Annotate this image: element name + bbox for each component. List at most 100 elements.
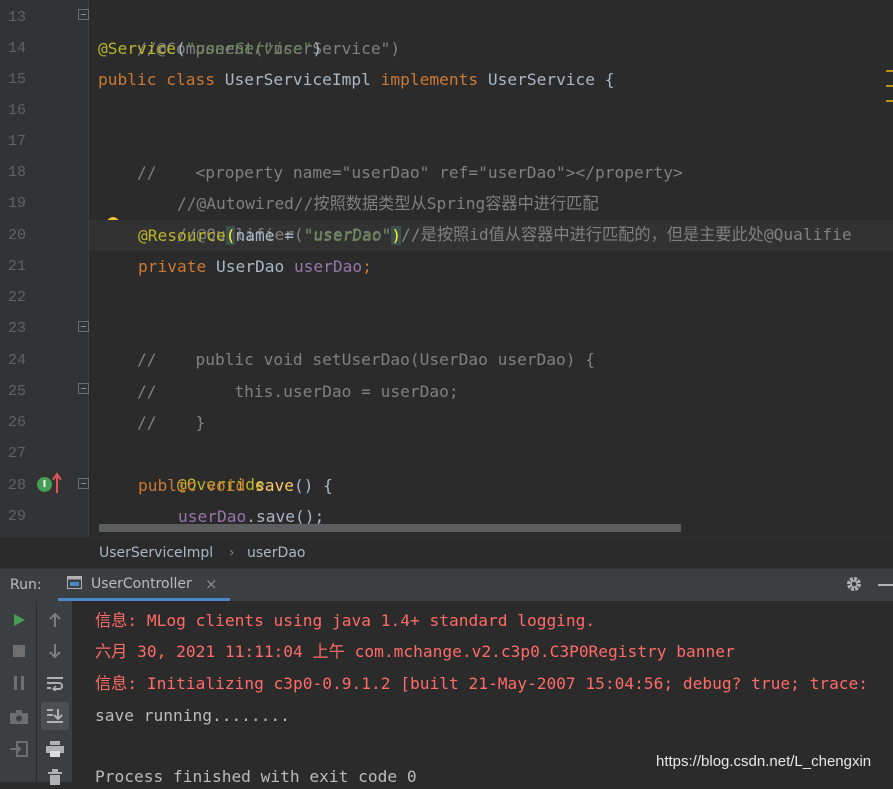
code-line-20[interactable]: @Resource(name = "userDao") <box>138 220 402 251</box>
arrow-up-red-icon[interactable] <box>52 472 62 494</box>
code-line-21[interactable]: private UserDao userDao; <box>138 251 372 282</box>
fold-marker-icon[interactable] <box>78 478 89 489</box>
console-line: 信息: Initializing c3p0-0.9.1.2 [built 21-… <box>95 674 869 693</box>
exit-button[interactable] <box>7 737 31 761</box>
keyword: private <box>138 257 216 276</box>
keyword: implements <box>380 70 488 89</box>
rerun-button[interactable] <box>7 608 31 632</box>
paren-match: ) <box>391 226 402 245</box>
run-label: Run: <box>10 577 42 593</box>
next-occurrence-button[interactable] <box>43 639 67 663</box>
print-icon <box>46 741 64 757</box>
console-line: save running........ <box>95 706 290 725</box>
type-name: UserDao <box>215 257 294 276</box>
line-number: 13 <box>8 9 27 26</box>
scroll-to-end-button[interactable] <box>41 702 69 730</box>
gear-icon[interactable] <box>845 575 863 593</box>
stripe-mark[interactable] <box>886 85 893 87</box>
method-params: () { <box>293 476 333 495</box>
code-line-15[interactable]: public class UserServiceImpl implements … <box>98 64 615 95</box>
clear-all-button[interactable] <box>43 765 67 789</box>
watermark: https://blog.csdn.net/L_chengxin <box>656 753 872 770</box>
code-line-17[interactable]: // <property name="userDao" ref="userDao… <box>98 126 683 182</box>
horizontal-scrollbar[interactable] <box>99 524 681 532</box>
code-line-27[interactable]: @Override <box>138 438 265 494</box>
editor-gutter: 13 14 15 16 17 18 19 20 21 22 23 24 25 2… <box>0 0 88 537</box>
console-line: Process finished with exit code 0 <box>95 767 417 782</box>
line-number: 17 <box>8 133 27 150</box>
stop-icon <box>13 645 25 657</box>
camera-icon <box>10 710 28 724</box>
fold-marker-icon[interactable] <box>78 9 89 20</box>
code-line-18[interactable]: //@Autowired//按照数据类型从Spring容器中进行匹配 <box>138 157 599 213</box>
soft-wrap-button[interactable] <box>43 671 67 695</box>
line-number: 24 <box>8 352 27 369</box>
breadcrumb-member[interactable]: userDao <box>247 545 305 561</box>
close-icon[interactable]: × <box>205 575 218 593</box>
run-toolbar <box>0 601 72 785</box>
previous-occurrence-button[interactable] <box>43 608 67 632</box>
code-line-14[interactable]: @Service("userService") <box>98 33 322 64</box>
code-line-25[interactable]: // } <box>98 376 205 432</box>
arrow-down-icon <box>49 644 61 659</box>
breadcrumb-separator: › <box>229 545 235 561</box>
console-line: 六月 30, 2021 11:11:04 上午 com.mchange.v2.c… <box>95 642 735 661</box>
pause-icon <box>14 676 24 690</box>
dump-threads-button[interactable] <box>7 705 31 729</box>
line-number: 15 <box>8 71 27 88</box>
string-literal: "userDao" <box>303 226 392 245</box>
line-number: 18 <box>8 164 27 181</box>
line-number: 25 <box>8 383 27 400</box>
stripe-mark[interactable] <box>886 100 893 102</box>
interface-name: UserService { <box>487 70 615 89</box>
paren-match: ( <box>225 226 236 245</box>
line-number: 26 <box>8 414 27 431</box>
code-line-28[interactable]: public void save() { <box>138 470 333 501</box>
implements-method-icon[interactable]: I <box>37 477 52 492</box>
run-icon <box>14 614 25 626</box>
line-number: 29 <box>8 508 27 525</box>
console-line: 信息: MLog clients using java 1.4+ standar… <box>95 611 596 630</box>
run-tool-header: Run: UserController × <box>0 568 893 601</box>
code-editor[interactable]: 13 14 15 16 17 18 19 20 21 22 23 24 25 2… <box>0 0 893 537</box>
line-number: 19 <box>8 195 27 212</box>
semicolon: ; <box>362 257 372 276</box>
class-name: UserServiceImpl <box>224 70 381 89</box>
annotation: @Service <box>98 39 176 58</box>
line-number: 22 <box>8 289 27 306</box>
fold-marker-icon[interactable] <box>78 321 89 332</box>
line-number: 16 <box>8 102 27 119</box>
line-number: 23 <box>8 320 27 337</box>
line-number: 14 <box>8 40 27 57</box>
annotation: @Resource <box>138 226 226 245</box>
field-name: userDao <box>293 257 363 276</box>
paren: ( <box>175 39 186 58</box>
code-line-24[interactable]: // this.userDao = userDao; <box>98 345 459 401</box>
keyword: public void <box>138 476 255 495</box>
string-literal: "userService" <box>185 39 313 58</box>
keyword: public class <box>98 70 225 89</box>
code-line-23[interactable]: // public void setUserDao(UserDao userDa… <box>98 313 595 369</box>
fold-marker-icon[interactable] <box>78 383 89 394</box>
toolbar-divider <box>36 601 37 782</box>
pause-button[interactable] <box>7 671 31 695</box>
parameter: name = <box>235 226 304 245</box>
stop-button[interactable] <box>7 639 31 663</box>
tab-label: UserController <box>91 576 192 592</box>
soft-wrap-icon <box>47 677 63 691</box>
breadcrumb-class[interactable]: UserServiceImpl <box>99 545 213 561</box>
minimize-icon[interactable] <box>878 584 893 586</box>
code-line-13[interactable]: //@Component("userService") <box>98 2 400 58</box>
breadcrumb: UserServiceImpl › userDao <box>0 537 893 569</box>
arrow-up-icon <box>49 612 61 627</box>
code-line-19[interactable]: //@Qualifier("userDao")//是按照id值从容器中进行匹配的… <box>138 188 852 244</box>
error-stripe[interactable] <box>886 70 893 106</box>
line-number: 28 <box>8 477 27 494</box>
exit-icon <box>10 741 28 757</box>
tab-user-controller[interactable]: UserController × <box>58 569 230 601</box>
line-number: 27 <box>8 445 27 462</box>
stripe-mark[interactable] <box>886 70 893 72</box>
print-button[interactable] <box>43 737 67 761</box>
comment: // } <box>136 413 206 432</box>
gutter-divider <box>88 0 89 537</box>
